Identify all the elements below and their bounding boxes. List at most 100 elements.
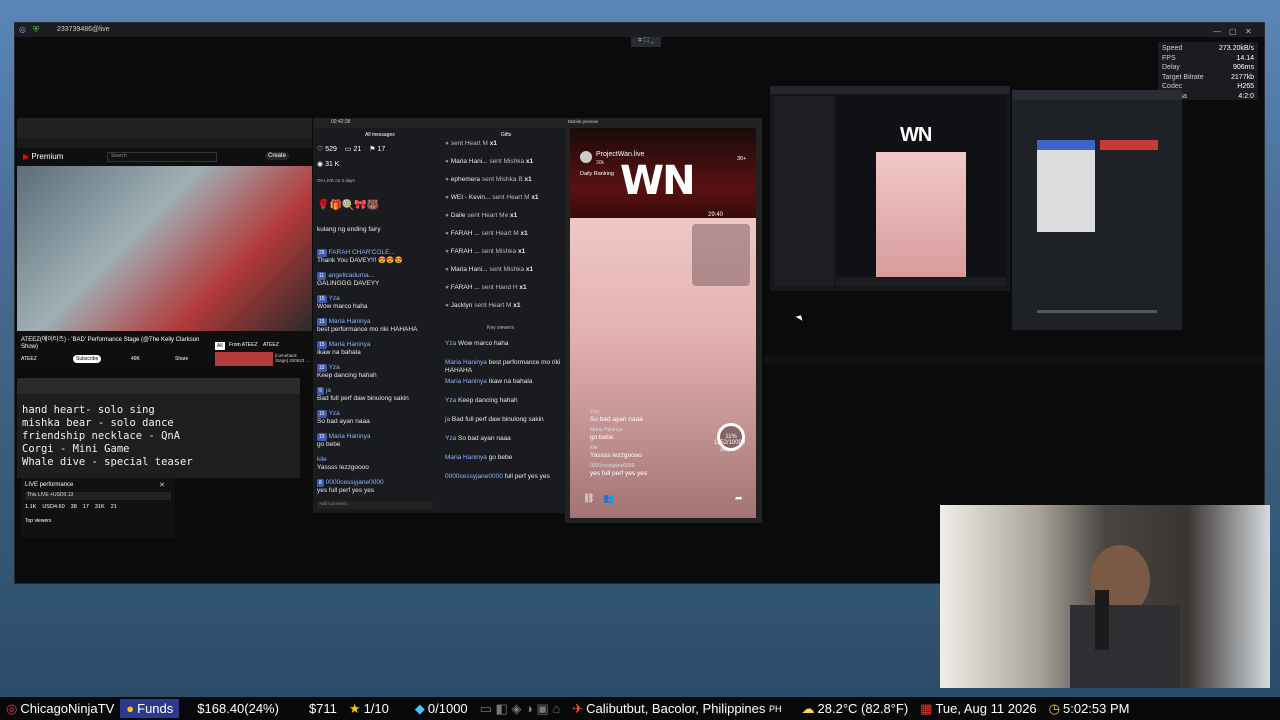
chat-username[interactable]: 0000cessyjane0000: [445, 473, 503, 480]
chat-message[interactable]: Maria Haninya go bebe: [445, 454, 563, 462]
gift-item[interactable]: ● FARAH ... sent Mishka x1: [445, 248, 563, 256]
chat-message[interactable]: 8 0000cessyjane0000 yes full perf yes yes: [317, 479, 441, 495]
address-bar[interactable]: [17, 138, 312, 148]
chat-message[interactable]: Maria Haninya Ikaw na bahala: [445, 378, 563, 386]
gift-item[interactable]: ● sent Heart M x1: [445, 140, 563, 148]
gift-username[interactable]: Maria Hani...: [451, 158, 488, 165]
chat-user[interactable]: 29 FARAH CHAR'COLE...: [317, 249, 441, 257]
gift-username[interactable]: Maria Hani...: [451, 266, 488, 273]
chat-message[interactable]: 15 Maria Haninya best performance mo riki …: [317, 318, 441, 334]
gift-username[interactable]: Daile: [451, 212, 466, 219]
chat-username[interactable]: 0000cessyjane0000: [326, 479, 384, 486]
chat-user[interactable]: 15 Yza: [317, 410, 441, 418]
chat-username[interactable]: kile: [317, 456, 327, 463]
chip-ateez[interactable]: ATEEZ: [263, 342, 279, 348]
toolbar-toggle[interactable]: ⌗ ⛶ ⌄: [631, 37, 661, 47]
up-next-title[interactable]: [comeback Stage] 250523 ...: [275, 353, 311, 363]
chat-username[interactable]: Maria Haninya: [445, 378, 487, 385]
gift-item[interactable]: ● FARAH ... sent Hand H x1: [445, 284, 563, 292]
chat-username[interactable]: ja: [326, 387, 331, 394]
gift-username[interactable]: Jacklyn: [451, 302, 473, 309]
window-titlebar[interactable]: ◎ ⛨ 233739486@live — ▢ ✕: [15, 23, 1264, 37]
chat-message[interactable]: Yza Keep dancing hahah: [445, 397, 563, 405]
chip-from-ateez[interactable]: From ATEEZ: [229, 342, 258, 348]
top-viewers-label[interactable]: Top viewers: [25, 518, 51, 524]
chat-user[interactable]: 9 ja: [317, 387, 441, 395]
guests-icon[interactable]: 👥: [603, 493, 614, 504]
chat-message[interactable]: 11 angelicaduma... GALINGGG DAVEYY: [317, 272, 441, 288]
close-icon[interactable]: ✕: [159, 481, 165, 489]
gift-username[interactable]: FARAH ...: [451, 284, 480, 291]
tab-gifts[interactable]: Gifts: [501, 132, 511, 138]
chat-user[interactable]: kile: [317, 456, 441, 464]
chat-message[interactable]: kulang ng ending fairy: [317, 226, 441, 234]
chat-username[interactable]: angelicaduma...: [328, 272, 374, 279]
chat-message[interactable]: 15 Yza So bad ayan naaa: [317, 410, 441, 426]
notes-text[interactable]: hand heart- solo sing mishka bear - solo…: [22, 404, 193, 469]
remote-stream-button[interactable]: [1037, 140, 1095, 150]
chat-username[interactable]: Yza: [329, 410, 340, 417]
up-next-thumbnail[interactable]: [215, 352, 273, 366]
chat-username[interactable]: ja: [445, 416, 450, 423]
chat-user[interactable]: 15 Maria Haninya: [317, 318, 441, 326]
gift-item[interactable]: ● Jacklyn sent Heart M x1: [445, 302, 563, 310]
chat-username[interactable]: Yza: [329, 295, 340, 302]
chat-username[interactable]: Yza: [445, 340, 456, 347]
chat-message[interactable]: ja Bad full perf daw binulong sakin: [445, 416, 563, 424]
chat-user[interactable]: 15 Maria Haninya: [317, 433, 441, 441]
minimize-icon[interactable]: —: [1213, 25, 1221, 39]
chat-message[interactable]: kile Yassss lezzgoooo: [317, 456, 441, 472]
maximize-icon[interactable]: ▢: [1229, 25, 1237, 39]
gift-username[interactable]: WEI - Kevin...: [451, 194, 491, 201]
avatar[interactable]: [580, 151, 592, 163]
chat-message[interactable]: 29 FARAH CHAR'COLE... Thank You DAVEY!!! 😍…: [317, 249, 441, 265]
gift-item[interactable]: ● FARAH ... sent Heart M x1: [445, 230, 563, 238]
chat-username[interactable]: Yza: [445, 397, 456, 404]
remote-slider[interactable]: [1037, 310, 1157, 313]
gift-username[interactable]: FARAH ...: [451, 230, 480, 237]
chat-user[interactable]: 15 Yza: [317, 364, 441, 372]
chat-username[interactable]: Maria Haninya: [445, 454, 487, 461]
chat-message[interactable]: 15 Maria Haninya go bebe: [317, 433, 441, 449]
obs-controls[interactable]: [836, 278, 1006, 286]
chat-message[interactable]: 15 Yza Wow marco haha: [317, 295, 441, 311]
host-name[interactable]: ProjectWan.live: [596, 151, 644, 158]
remote-record-button[interactable]: [1100, 140, 1158, 150]
gift-item[interactable]: ● ephemera sent Mishka B x1: [445, 176, 563, 184]
search-input[interactable]: Search: [107, 152, 217, 162]
video-player[interactable]: [17, 166, 312, 331]
chip-all[interactable]: All: [215, 342, 225, 350]
gift-username[interactable]: FARAH ...: [451, 248, 480, 255]
chat-user[interactable]: 15 Yza: [317, 295, 441, 303]
gift-username[interactable]: ephemera: [451, 176, 480, 183]
gift-item[interactable]: ● Maria Hani... sent Mishka x1: [445, 266, 563, 274]
gift-item[interactable]: ● Maria Hani... sent Mishka x1: [445, 158, 563, 166]
chat-message[interactable]: Yza So bad ayan naaa: [445, 435, 563, 443]
gift-menu[interactable]: [692, 224, 750, 286]
share-icon[interactable]: ➦: [735, 493, 743, 504]
chat-username[interactable]: FARAH CHAR'COLE...: [329, 249, 395, 256]
share-button[interactable]: Share: [175, 356, 188, 362]
chat-username[interactable]: Yza: [329, 364, 340, 371]
create-button[interactable]: Create: [265, 152, 290, 160]
gift-item[interactable]: ● WEI - Kevin... sent Heart M x1: [445, 194, 563, 202]
chat-message[interactable]: Maria Haninya best performance mo riki H…: [445, 359, 563, 375]
link-icon[interactable]: ⛓: [583, 493, 594, 504]
channel-name[interactable]: ATEEZ: [21, 356, 37, 362]
chat-username[interactable]: Maria Haninya: [329, 318, 371, 325]
chat-username[interactable]: Maria Haninya: [329, 341, 371, 348]
chat-message[interactable]: 15 Maria Haninya Ikaw na bahala: [317, 341, 441, 357]
comment-input[interactable]: Add comment...: [317, 501, 433, 509]
chat-user[interactable]: 15 Maria Haninya: [317, 341, 441, 349]
close-icon[interactable]: ✕: [1245, 25, 1252, 39]
gift-item[interactable]: ● Daile sent Heart Me x1: [445, 212, 563, 220]
daily-ranking[interactable]: Daily Ranking: [580, 171, 614, 177]
tab-all-messages[interactable]: All messages: [365, 132, 395, 138]
chat-user[interactable]: 11 angelicaduma...: [317, 272, 441, 280]
chat-message[interactable]: 15 Yza Keep dancing hahah: [317, 364, 441, 380]
chat-message[interactable]: 9 ja Bad full perf daw binulong sakin: [317, 387, 441, 403]
subscribe-button[interactable]: Subscribe: [73, 355, 102, 363]
youtube-logo[interactable]: ▶ Premium: [23, 152, 63, 161]
chat-message[interactable]: 0000cessyjane0000 full perf yes yes: [445, 473, 563, 481]
like-count[interactable]: 49K: [131, 356, 140, 362]
